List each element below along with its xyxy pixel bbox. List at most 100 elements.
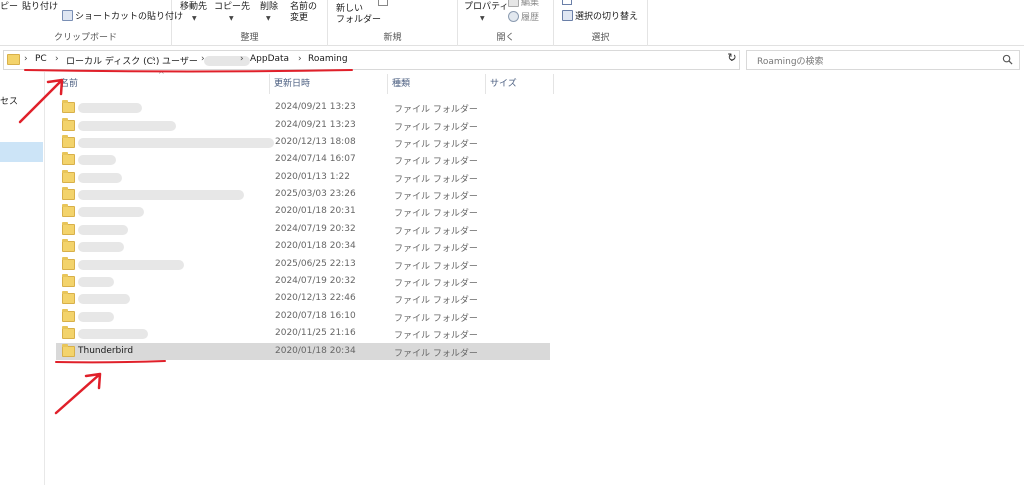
breadcrumb-separator[interactable]: ›: [298, 54, 302, 64]
copy-button[interactable]: ピー: [0, 2, 18, 13]
redacted-folder-name: [78, 277, 114, 287]
group-label-open: 開く: [496, 33, 515, 43]
group-label-organize: 整理: [240, 33, 259, 43]
table-row-thunderbird[interactable]: Thunderbird 2020/01/18 20:34 ファイル フォルダー: [56, 343, 550, 360]
file-type: ファイル フォルダー: [394, 227, 478, 237]
properties-caret-icon[interactable]: ▼: [480, 15, 485, 22]
invert-selection-icon: [562, 10, 573, 21]
paste-shortcut-button[interactable]: ショートカットの貼り付け: [62, 10, 183, 23]
nav-item-quick-access[interactable]: セス: [0, 94, 18, 107]
folder-icon: [62, 274, 75, 287]
edit-label: 編集: [521, 0, 540, 8]
navigation-pane: セス: [0, 72, 45, 485]
ribbon: ピー 貼り付け ショートカットの貼り付け クリップボード 移動先 ▼ コピー先 …: [0, 0, 1024, 46]
copy-to-button[interactable]: コピー先: [214, 2, 250, 13]
search-input[interactable]: Roamingの検索: [746, 50, 1020, 70]
edit-button[interactable]: 編集: [508, 0, 539, 9]
table-row[interactable]: 2020/07/18 16:10 ファイル フォルダー: [56, 308, 550, 325]
column-header-type[interactable]: 種類: [388, 74, 486, 94]
search-placeholder: Roamingの検索: [757, 57, 824, 67]
edit-icon: [508, 0, 519, 7]
redacted-folder-name: [78, 260, 184, 270]
folder-icon: [62, 257, 75, 270]
nav-item-selected[interactable]: [0, 142, 43, 162]
redacted-folder-name: [78, 173, 122, 183]
modified-date: 2025/03/03 23:26: [275, 189, 356, 199]
modified-date: 2024/09/21 13:23: [275, 120, 356, 130]
table-row[interactable]: 2020/01/13 1:22 ファイル フォルダー: [56, 169, 550, 186]
delete-caret-icon[interactable]: ▼: [266, 15, 271, 22]
properties-button[interactable]: プロパティ: [464, 2, 508, 13]
rename-button[interactable]: 名前の 変更: [290, 2, 317, 24]
file-type: ファイル フォルダー: [394, 209, 478, 219]
file-type: ファイル フォルダー: [394, 157, 478, 167]
modified-date: 2020/12/13 22:46: [275, 293, 356, 303]
folder-icon: [62, 100, 75, 113]
modified-date: 2024/09/21 13:23: [275, 102, 356, 112]
redacted-folder-name: [78, 190, 244, 200]
breadcrumb-appdata[interactable]: AppData: [250, 54, 289, 64]
invert-selection-button[interactable]: 選択の切り替え: [562, 10, 638, 23]
table-row[interactable]: 2024/09/21 13:23 ファイル フォルダー: [56, 99, 550, 116]
file-type: ファイル フォルダー: [394, 279, 478, 289]
new-item-icon[interactable]: [378, 0, 388, 6]
breadcrumb-pc[interactable]: PC: [35, 54, 47, 64]
table-row[interactable]: 2024/09/21 13:23 ファイル フォルダー: [56, 117, 550, 134]
table-row[interactable]: 2024/07/19 20:32 ファイル フォルダー: [56, 221, 550, 238]
modified-date: 2020/01/18 20:31: [275, 206, 356, 216]
table-row[interactable]: 2024/07/14 16:07 ファイル フォルダー: [56, 151, 550, 168]
new-folder-button[interactable]: 新しい フォルダー: [336, 4, 381, 26]
table-row[interactable]: 2020/11/25 21:16 ファイル フォルダー: [56, 325, 550, 342]
file-type: ファイル フォルダー: [394, 105, 478, 115]
move-to-button[interactable]: 移動先: [180, 2, 207, 13]
move-to-caret-icon[interactable]: ▼: [192, 15, 197, 22]
ribbon-group-open: プロパティ ▼ 編集 履歴 開く: [458, 0, 554, 46]
table-row[interactable]: 2020/12/13 22:46 ファイル フォルダー: [56, 290, 550, 307]
arrow-thunderbird-annotation: [54, 372, 102, 415]
history-button[interactable]: 履歴: [508, 11, 539, 24]
paste-button[interactable]: 貼り付け: [22, 2, 58, 13]
file-type: ファイル フォルダー: [394, 331, 478, 341]
ribbon-group-organize: 移動先 ▼ コピー先 ▼ 削除 ▼ 名前の 変更 整理: [172, 0, 328, 46]
breadcrumb-roaming[interactable]: Roaming: [308, 54, 348, 64]
table-row[interactable]: 2024/07/19 20:32 ファイル フォルダー: [56, 273, 550, 290]
table-row[interactable]: 2025/06/25 22:13 ファイル フォルダー: [56, 256, 550, 273]
paste-shortcut-label: ショートカットの貼り付け: [75, 12, 184, 22]
breadcrumb-separator[interactable]: ›: [55, 54, 59, 64]
column-header-size[interactable]: サイズ: [486, 74, 554, 94]
search-icon[interactable]: [1002, 54, 1013, 65]
folder-icon: [62, 204, 75, 217]
address-bar[interactable]: › PC › ローカル ディスク (C:) › ユーザー › › AppData…: [3, 50, 740, 70]
folder-icon: [62, 326, 75, 339]
folder-icon: [62, 152, 75, 165]
column-header-date[interactable]: 更新日時: [270, 74, 388, 94]
table-row[interactable]: 2020/12/13 18:08 ファイル フォルダー: [56, 134, 550, 151]
modified-date: 2020/01/18 20:34: [275, 346, 356, 356]
redacted-folder-name: [78, 242, 124, 252]
table-row[interactable]: 2020/01/18 20:34 ファイル フォルダー: [56, 238, 550, 255]
breadcrumb-users[interactable]: ユーザー: [162, 54, 198, 67]
folder-icon: [62, 135, 75, 148]
table-row[interactable]: 2020/01/18 20:31 ファイル フォルダー: [56, 203, 550, 220]
folder-icon: [62, 187, 75, 200]
breadcrumb-separator[interactable]: ›: [152, 54, 156, 64]
select-all-icon[interactable]: [562, 0, 572, 5]
breadcrumb-separator[interactable]: ›: [24, 54, 28, 64]
folder-icon: [62, 222, 75, 235]
refresh-icon[interactable]: ↻: [724, 51, 740, 69]
modified-date: 2020/01/18 20:34: [275, 241, 356, 251]
delete-button[interactable]: 削除: [260, 2, 278, 13]
history-icon: [508, 11, 519, 22]
modified-date: 2024/07/19 20:32: [275, 224, 356, 234]
file-type: ファイル フォルダー: [394, 296, 478, 306]
file-type: ファイル フォルダー: [394, 192, 478, 202]
redacted-folder-name: [78, 312, 114, 322]
redacted-folder-name: [78, 294, 130, 304]
copy-to-caret-icon[interactable]: ▼: [229, 15, 234, 22]
breadcrumb-local-disk[interactable]: ローカル ディスク (C:): [66, 54, 159, 67]
breadcrumb-separator[interactable]: ›: [240, 54, 244, 64]
table-row[interactable]: 2025/03/03 23:26 ファイル フォルダー: [56, 186, 550, 203]
group-label-new: 新規: [383, 33, 402, 43]
folder-icon: [62, 118, 75, 131]
invert-selection-label: 選択の切り替え: [575, 12, 639, 22]
